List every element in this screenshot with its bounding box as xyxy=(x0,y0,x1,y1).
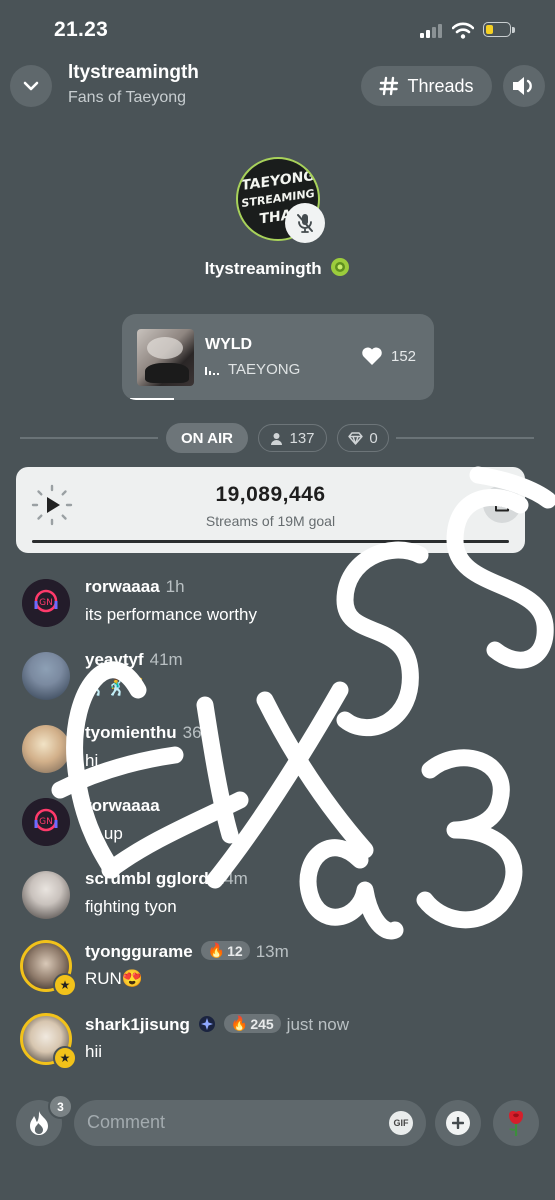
person-icon xyxy=(271,432,283,445)
chevron-down-icon xyxy=(23,81,39,91)
heart-icon xyxy=(362,347,382,365)
room-title: ltystreamingth xyxy=(68,62,199,83)
avatar[interactable]: GN xyxy=(22,798,70,846)
stream-goal-caption: Streams of 19M goal xyxy=(205,513,336,529)
rose-icon xyxy=(509,1111,523,1136)
divider-right xyxy=(396,437,534,439)
comment-time: 24m xyxy=(214,869,248,888)
status-time: 21.23 xyxy=(54,18,109,41)
song-title: WYLD xyxy=(205,336,253,353)
comment-list[interactable]: GN rorwaaaa 1h its performance worthy yea… xyxy=(0,553,555,1083)
stream-count: 19,089,446 xyxy=(215,483,326,506)
plus-icon xyxy=(452,1117,464,1129)
share-icon xyxy=(495,496,509,512)
cellular-signal-icon xyxy=(420,24,444,38)
comment-text: hii xyxy=(85,1042,103,1061)
comment-username[interactable]: rorwaaaa 1h xyxy=(85,577,185,597)
comment-input[interactable]: Comment GIF xyxy=(74,1100,426,1146)
gift-rose-button[interactable] xyxy=(493,1100,539,1146)
now-playing-card[interactable]: WYLD TAEYONG 152 xyxy=(122,314,434,400)
comment-username[interactable]: tyonggurame 🔥 12 13m xyxy=(85,941,289,962)
listener-count: 137 xyxy=(289,429,315,447)
fire-icon: 🔥 xyxy=(207,942,226,958)
comment-time: just now xyxy=(286,1015,350,1034)
song-progress-bar xyxy=(130,398,174,400)
gem-count: 0 xyxy=(369,429,378,447)
avatar[interactable] xyxy=(22,871,70,919)
comment-text: its performance worthy xyxy=(85,605,257,624)
verified-badge-icon xyxy=(331,258,350,276)
gems-pill[interactable]: 0 xyxy=(337,424,389,452)
gif-button[interactable]: GIF xyxy=(389,1111,413,1135)
diamond-icon xyxy=(348,431,364,445)
song-artist-row: TAEYONG xyxy=(205,361,300,378)
listeners-pill[interactable]: 137 xyxy=(258,424,327,452)
battery-icon xyxy=(483,22,516,39)
stream-progress-fill xyxy=(32,540,509,543)
divider-left xyxy=(20,437,158,439)
add-button[interactable] xyxy=(435,1100,481,1146)
hashtag-icon xyxy=(379,76,399,96)
svg-text:GN: GN xyxy=(39,598,53,608)
host-name-row: ltystreamingth xyxy=(0,257,555,279)
comment-placeholder: Comment xyxy=(87,1112,166,1132)
comment-time: 36m xyxy=(182,723,216,742)
comment-username[interactable]: rorwaaaa xyxy=(85,796,166,816)
sparkle-badge-icon xyxy=(198,1016,215,1032)
svg-text:GN: GN xyxy=(39,817,53,827)
mic-off-icon xyxy=(297,214,313,233)
comment-text: hi xyxy=(85,751,99,770)
avatar[interactable] xyxy=(22,725,70,773)
comment-time: 13m xyxy=(255,942,289,961)
comment-username[interactable]: tyomienthu 36m xyxy=(85,723,216,743)
wifi-icon xyxy=(452,22,474,39)
comment-text: 🕺🕺🕺 xyxy=(85,678,149,697)
comment-text: th up xyxy=(85,824,123,843)
fire-icon xyxy=(30,1111,48,1135)
collapse-button[interactable] xyxy=(10,65,52,107)
on-air-label: ON AIR xyxy=(181,429,233,447)
host-name[interactable]: ltystreamingth xyxy=(205,259,322,278)
star-badge-icon: ★ xyxy=(53,973,77,997)
stream-progress-track xyxy=(32,540,509,543)
comment-username[interactable]: shark1jisung 🔥 245 just now xyxy=(85,1014,349,1035)
stream-goal-card[interactable]: 19,089,446 Streams of 19M goal xyxy=(16,467,525,553)
fire-count-badge: 3 xyxy=(48,1094,73,1119)
speaker-icon xyxy=(513,77,532,95)
on-air-badge: ON AIR xyxy=(166,423,248,453)
streak-badge: 🔥 245 xyxy=(223,1014,281,1033)
host-muted-badge xyxy=(285,203,325,243)
streak-badge: 🔥 12 xyxy=(200,941,250,960)
comment-time: 41m xyxy=(149,650,183,669)
threads-label: Threads xyxy=(407,75,474,96)
avatar[interactable]: GN xyxy=(22,579,70,627)
comment-text: RUN😍 xyxy=(85,969,143,988)
equalizer-icon xyxy=(205,366,219,375)
star-badge-icon: ★ xyxy=(53,1046,77,1070)
song-artist: TAEYONG xyxy=(228,361,301,378)
fire-icon: 🔥 xyxy=(230,1015,249,1031)
comment-text: fighting tyon xyxy=(85,897,177,916)
album-art xyxy=(137,329,194,386)
threads-button[interactable]: Threads xyxy=(361,66,492,106)
like-button[interactable]: 152 xyxy=(361,346,416,366)
speaker-button[interactable] xyxy=(503,65,545,107)
like-count: 152 xyxy=(391,347,417,365)
comment-username[interactable]: yeaytyf 41m xyxy=(85,650,183,670)
avatar[interactable] xyxy=(22,652,70,700)
comment-time: 1h xyxy=(165,577,185,596)
comment-username[interactable]: scrumbl gglord 24m xyxy=(85,869,248,889)
share-button[interactable] xyxy=(483,485,521,523)
room-subtitle: Fans of Taeyong xyxy=(68,89,187,106)
